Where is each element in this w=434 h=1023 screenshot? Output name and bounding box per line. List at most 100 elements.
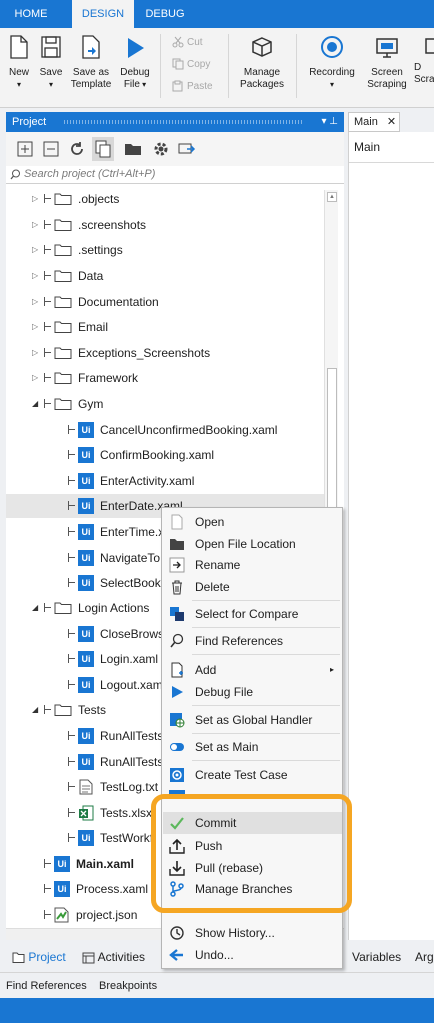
save-icon bbox=[41, 36, 61, 58]
cut-label: Cut bbox=[187, 37, 203, 48]
folder-icon bbox=[54, 321, 72, 333]
new-file-icon bbox=[10, 35, 28, 59]
panel-pin-button[interactable]: ▾ ⊥ bbox=[321, 112, 338, 132]
folder-icon bbox=[54, 347, 72, 359]
designer-tab-label: Main bbox=[354, 116, 378, 128]
undo-arrow-icon bbox=[169, 949, 183, 961]
cut-button[interactable]: Cut bbox=[172, 34, 203, 52]
tab-activities[interactable]: Activities bbox=[82, 948, 145, 966]
menu-separator bbox=[192, 705, 340, 706]
menu-open[interactable]: Open bbox=[163, 511, 342, 533]
tree-item-screenshots[interactable]: ▷ .screenshots bbox=[32, 213, 322, 237]
xaml-file-icon: Ui bbox=[54, 856, 70, 872]
menu-show-history[interactable]: Show History... bbox=[163, 922, 342, 944]
folder-icon bbox=[54, 244, 72, 256]
project-panel-title: Project bbox=[12, 116, 47, 128]
tab-breakpoints[interactable]: Breakpoints bbox=[99, 973, 157, 999]
folder-icon bbox=[12, 952, 25, 964]
menu-debug-file[interactable]: Debug File bbox=[163, 681, 342, 703]
folder-icon bbox=[54, 398, 72, 410]
settings-gear-icon[interactable] bbox=[152, 140, 170, 158]
folder-icon bbox=[54, 602, 72, 614]
monitor-icon bbox=[376, 38, 398, 58]
screen-scraping-button[interactable]: Screen Scraping bbox=[362, 34, 412, 91]
paste-button[interactable]: Paste bbox=[172, 78, 213, 96]
xaml-file-icon: Ui bbox=[78, 677, 94, 693]
show-all-files-icon[interactable] bbox=[92, 137, 114, 161]
designer-canvas[interactable]: Main bbox=[348, 132, 434, 940]
designer-breadcrumb: Main bbox=[354, 140, 381, 154]
project-search-input[interactable]: Search project (Ctrl+Alt+P) bbox=[6, 166, 344, 184]
manage-packages-label: Manage Packages bbox=[240, 67, 284, 90]
save-as-template-button[interactable]: Save as Template bbox=[68, 34, 114, 91]
tree-item-exceptions-screenshots[interactable]: ▷ Exceptions_Screenshots bbox=[32, 341, 322, 365]
menu-find-references[interactable]: Find References bbox=[163, 630, 342, 652]
tab-main-xaml[interactable]: Main ✕ bbox=[348, 112, 400, 132]
folder-icon[interactable] bbox=[124, 140, 142, 158]
copy-button[interactable]: Copy bbox=[172, 56, 210, 74]
folder-icon bbox=[54, 296, 72, 308]
save-button[interactable]: Save ▾ bbox=[36, 34, 66, 91]
manage-packages-button[interactable]: Manage Packages bbox=[236, 34, 288, 91]
tab-debug[interactable]: DEBUG bbox=[136, 0, 194, 28]
xaml-file-icon: Ui bbox=[78, 830, 94, 846]
tree-item-gym[interactable]: ◢ Gym bbox=[32, 392, 322, 416]
menu-create-test-case[interactable]: Create Test Case bbox=[163, 764, 342, 786]
recording-button[interactable]: Recording ▾ bbox=[304, 34, 360, 91]
menu-undo[interactable]: Undo... bbox=[163, 944, 342, 966]
menu-separator bbox=[192, 627, 340, 628]
header-grip bbox=[64, 120, 304, 124]
collapse-all-icon[interactable] bbox=[42, 140, 60, 158]
scroll-up-arrow[interactable]: ▲ bbox=[327, 192, 337, 202]
tree-item-framework[interactable]: ▷ Framework bbox=[32, 366, 322, 390]
tab-home[interactable]: HOME bbox=[0, 0, 62, 28]
paste-icon bbox=[172, 80, 183, 92]
menu-add[interactable]: Add ▸ bbox=[163, 659, 342, 681]
tab-variables[interactable]: Variables bbox=[352, 948, 401, 966]
template-icon bbox=[82, 35, 100, 59]
tab-activities-label: Activities bbox=[97, 950, 146, 964]
menu-separator bbox=[192, 600, 340, 601]
tree-item-cancel-unconfirmed-booking[interactable]: Ui CancelUnconfirmedBooking.xaml bbox=[68, 418, 328, 442]
dependencies-icon[interactable] bbox=[178, 140, 196, 158]
xaml-file-icon: Ui bbox=[54, 881, 70, 897]
data-scraping-icon bbox=[425, 38, 434, 54]
xaml-file-icon: Ui bbox=[78, 575, 94, 591]
tree-item-objects[interactable]: ▷ .objects bbox=[32, 187, 322, 211]
menu-set-as-global-handler[interactable]: Set as Global Handler bbox=[163, 709, 342, 731]
xaml-file-icon: Ui bbox=[78, 524, 94, 540]
search-icon bbox=[10, 169, 20, 180]
tree-item-data[interactable]: ▷ Data bbox=[32, 264, 322, 288]
folder-icon bbox=[54, 704, 72, 716]
xaml-file-icon: Ui bbox=[78, 498, 94, 514]
data-scraping-button-partial[interactable]: D Scra bbox=[414, 34, 434, 86]
tree-item-documentation[interactable]: ▷ Documentation bbox=[32, 290, 322, 314]
record-icon bbox=[321, 36, 343, 58]
menu-select-for-compare[interactable]: Select for Compare bbox=[163, 603, 342, 625]
xaml-file-icon: Ui bbox=[78, 550, 94, 566]
history-icon bbox=[170, 926, 184, 940]
tab-arguments[interactable]: Arg bbox=[415, 948, 434, 966]
submenu-arrow-icon: ▸ bbox=[329, 665, 334, 674]
refresh-icon[interactable] bbox=[68, 140, 86, 158]
tab-project[interactable]: Project bbox=[12, 948, 66, 966]
tree-item-enter-activity[interactable]: Ui EnterActivity.xaml bbox=[68, 469, 328, 493]
new-button[interactable]: New ▾ bbox=[3, 34, 35, 91]
tree-item-settings[interactable]: ▷ .settings bbox=[32, 238, 322, 262]
tree-item-email[interactable]: ▷ Email bbox=[32, 315, 322, 339]
menu-open-file-location[interactable]: Open File Location bbox=[163, 533, 342, 555]
close-tab-icon[interactable]: ✕ bbox=[387, 116, 396, 128]
menu-set-as-main[interactable]: Set as Main bbox=[163, 736, 342, 758]
tab-find-references[interactable]: Find References bbox=[6, 973, 87, 999]
menu-rename[interactable]: Rename bbox=[163, 554, 342, 576]
excel-file-icon bbox=[79, 805, 94, 821]
debug-file-button[interactable]: Debug File ▾ bbox=[116, 34, 154, 91]
data-scraping-label-2: Scra bbox=[414, 74, 434, 85]
expand-all-icon[interactable] bbox=[16, 140, 34, 158]
copy-icon bbox=[172, 58, 184, 70]
tab-design[interactable]: DESIGN bbox=[72, 0, 134, 28]
menu-delete[interactable]: Delete bbox=[163, 576, 342, 598]
paste-label: Paste bbox=[187, 81, 213, 92]
project-toolbar bbox=[6, 132, 344, 166]
tree-item-confirm-booking[interactable]: Ui ConfirmBooking.xaml bbox=[68, 443, 328, 467]
